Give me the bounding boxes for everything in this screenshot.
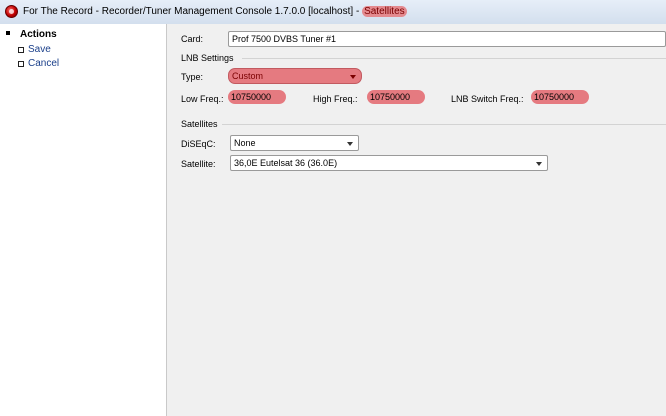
- diseqc-label: DiSEqC:: [181, 139, 216, 149]
- app-record-icon: [5, 5, 18, 18]
- lnb-switch-freq-input[interactable]: 10750000: [531, 90, 589, 104]
- chevron-down-icon: [350, 75, 356, 79]
- window-title-prefix: For The Record - Recorder/Tuner Manageme…: [23, 6, 363, 17]
- card-value: Prof 7500 DVBS Tuner #1: [232, 34, 337, 44]
- low-freq-label: Low Freq.:: [181, 94, 224, 104]
- lnb-type-value: Custom: [232, 71, 264, 81]
- low-freq-input[interactable]: 10750000: [228, 90, 286, 104]
- lnb-switch-freq-value: 10750000: [534, 92, 575, 102]
- lnb-type-dropdown[interactable]: Custom: [228, 68, 362, 84]
- cancel-action-label[interactable]: Cancel: [28, 58, 59, 69]
- satellite-settings-panel: Card: Prof 7500 DVBS Tuner #1 LNB Settin…: [167, 24, 666, 416]
- satellite-value: 36,0E Eutelsat 36 (36.0E): [234, 158, 338, 168]
- satellites-group-label: Satellites: [181, 119, 218, 129]
- card-label: Card:: [181, 34, 204, 44]
- diseqc-value: None: [234, 138, 256, 148]
- actions-bullet-icon: [6, 31, 10, 35]
- high-freq-label: High Freq.:: [313, 94, 358, 104]
- cancel-bullet-icon: [18, 61, 24, 67]
- card-dropdown[interactable]: Prof 7500 DVBS Tuner #1: [228, 31, 666, 47]
- actions-header: Actions: [20, 29, 57, 40]
- actions-sidebar: Actions Save Cancel: [0, 24, 167, 416]
- window-title-section: Satellites: [362, 6, 407, 17]
- lnb-settings-group-label: LNB Settings: [181, 53, 234, 63]
- high-freq-value: 10750000: [370, 92, 411, 102]
- chevron-down-icon: [536, 162, 542, 166]
- diseqc-dropdown[interactable]: None: [230, 135, 359, 151]
- type-label: Type:: [181, 72, 204, 82]
- save-action-label[interactable]: Save: [28, 44, 51, 55]
- lnb-group-divider: [242, 58, 666, 59]
- low-freq-value: 10750000: [231, 92, 272, 102]
- satellite-dropdown[interactable]: 36,0E Eutelsat 36 (36.0E): [230, 155, 548, 171]
- satellites-group-divider: [222, 124, 666, 125]
- lnb-switch-freq-label: LNB Switch Freq.:: [451, 94, 524, 104]
- save-bullet-icon: [18, 47, 24, 53]
- high-freq-input[interactable]: 10750000: [367, 90, 425, 104]
- chevron-down-icon: [347, 142, 353, 146]
- window-title: For The Record - Recorder/Tuner Manageme…: [23, 6, 407, 17]
- title-bar: For The Record - Recorder/Tuner Manageme…: [0, 0, 666, 25]
- satellite-label: Satellite:: [181, 159, 216, 169]
